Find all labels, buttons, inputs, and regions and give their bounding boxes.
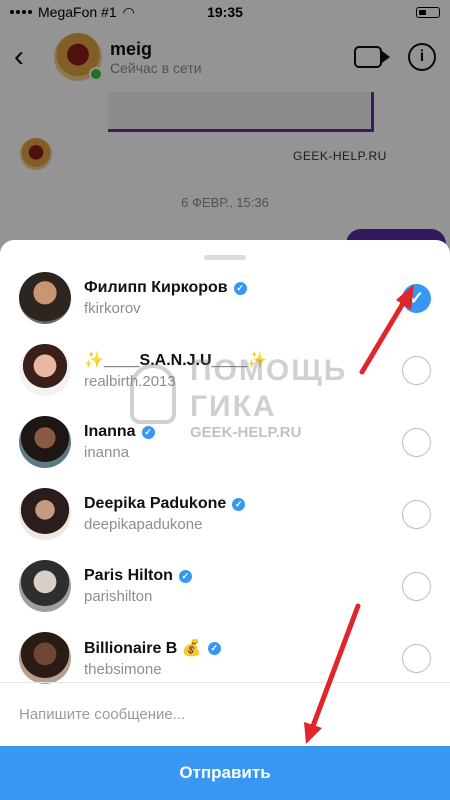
- recipient-name-row: Deepika Padukone ✓: [84, 495, 246, 513]
- verified-icon: ✓: [233, 281, 247, 295]
- recipient-text: Deepika Padukone ✓ deepikapadukone: [84, 495, 246, 533]
- recipient-text: Paris Hilton ✓ parishilton: [84, 567, 192, 605]
- recipient-handle: inanna: [84, 444, 130, 461]
- screen: MegaFon #1 ◠ 19:35 ‹ meig Сейчас в сети …: [0, 0, 450, 800]
- select-checkbox[interactable]: [402, 572, 431, 601]
- verified-icon: ✓: [207, 641, 221, 655]
- list-item[interactable]: Филипп Киркоров ✓ fkirkorov ✓: [0, 262, 450, 334]
- recipient-name-row: Inanna ✓: [84, 423, 155, 441]
- list-item[interactable]: ✨____S.A.N.J.U____✨ realbirth.2013: [0, 334, 450, 406]
- select-checkbox[interactable]: ✓: [402, 284, 431, 313]
- select-checkbox[interactable]: [402, 500, 431, 529]
- verified-icon: ✓: [232, 497, 246, 511]
- recipient-name: Филипп Киркоров: [84, 279, 228, 296]
- recipient-handle: parishilton: [84, 588, 153, 605]
- recipient-name-row: Billionaire B 💰 ✓: [84, 638, 221, 658]
- recipient-name-row: Paris Hilton ✓: [84, 567, 192, 585]
- avatar: [19, 416, 71, 468]
- recipient-name: Paris Hilton: [84, 567, 173, 584]
- recipient-list: Филипп Киркоров ✓ fkirkorov ✓ ✨____S.A.N…: [0, 262, 450, 694]
- select-checkbox[interactable]: [402, 356, 431, 385]
- recipient-handle: thebsimone: [84, 661, 162, 678]
- list-item[interactable]: Deepika Padukone ✓ deepikapadukone: [0, 478, 450, 550]
- avatar: [19, 272, 71, 324]
- message-compose: [0, 682, 450, 746]
- recipient-text: Inanna ✓ inanna: [84, 423, 155, 461]
- message-input[interactable]: [19, 706, 419, 723]
- verified-icon: ✓: [141, 425, 155, 439]
- send-button[interactable]: Отправить: [0, 746, 450, 800]
- avatar: [19, 344, 71, 396]
- select-checkbox[interactable]: [402, 644, 431, 673]
- list-item[interactable]: Paris Hilton ✓ parishilton: [0, 550, 450, 622]
- recipient-handle: deepikapadukone: [84, 516, 203, 533]
- avatar: [19, 488, 71, 540]
- recipient-name: ✨____S.A.N.J.U____✨: [84, 352, 268, 369]
- select-checkbox[interactable]: [402, 428, 431, 457]
- sheet-grabber[interactable]: [204, 255, 246, 260]
- recipient-text: ✨____S.A.N.J.U____✨ realbirth.2013: [84, 350, 267, 390]
- recipient-name-row: ✨____S.A.N.J.U____✨: [84, 350, 267, 370]
- recipient-text: Billionaire B 💰 ✓ thebsimone: [84, 638, 221, 678]
- recipient-handle: realbirth.2013: [84, 373, 176, 390]
- recipient-name: Billionaire B 💰: [84, 640, 202, 657]
- verified-icon: ✓: [178, 569, 192, 583]
- recipient-name: Deepika Padukone: [84, 495, 227, 512]
- list-item[interactable]: Inanna ✓ inanna: [0, 406, 450, 478]
- recipient-handle: fkirkorov: [84, 300, 141, 317]
- recipient-name-row: Филипп Киркоров ✓: [84, 279, 247, 297]
- recipient-name: Inanna: [84, 423, 136, 440]
- share-sheet: Филипп Киркоров ✓ fkirkorov ✓ ✨____S.A.N…: [0, 240, 450, 800]
- recipient-text: Филипп Киркоров ✓ fkirkorov: [84, 279, 247, 317]
- avatar: [19, 632, 71, 684]
- avatar: [19, 560, 71, 612]
